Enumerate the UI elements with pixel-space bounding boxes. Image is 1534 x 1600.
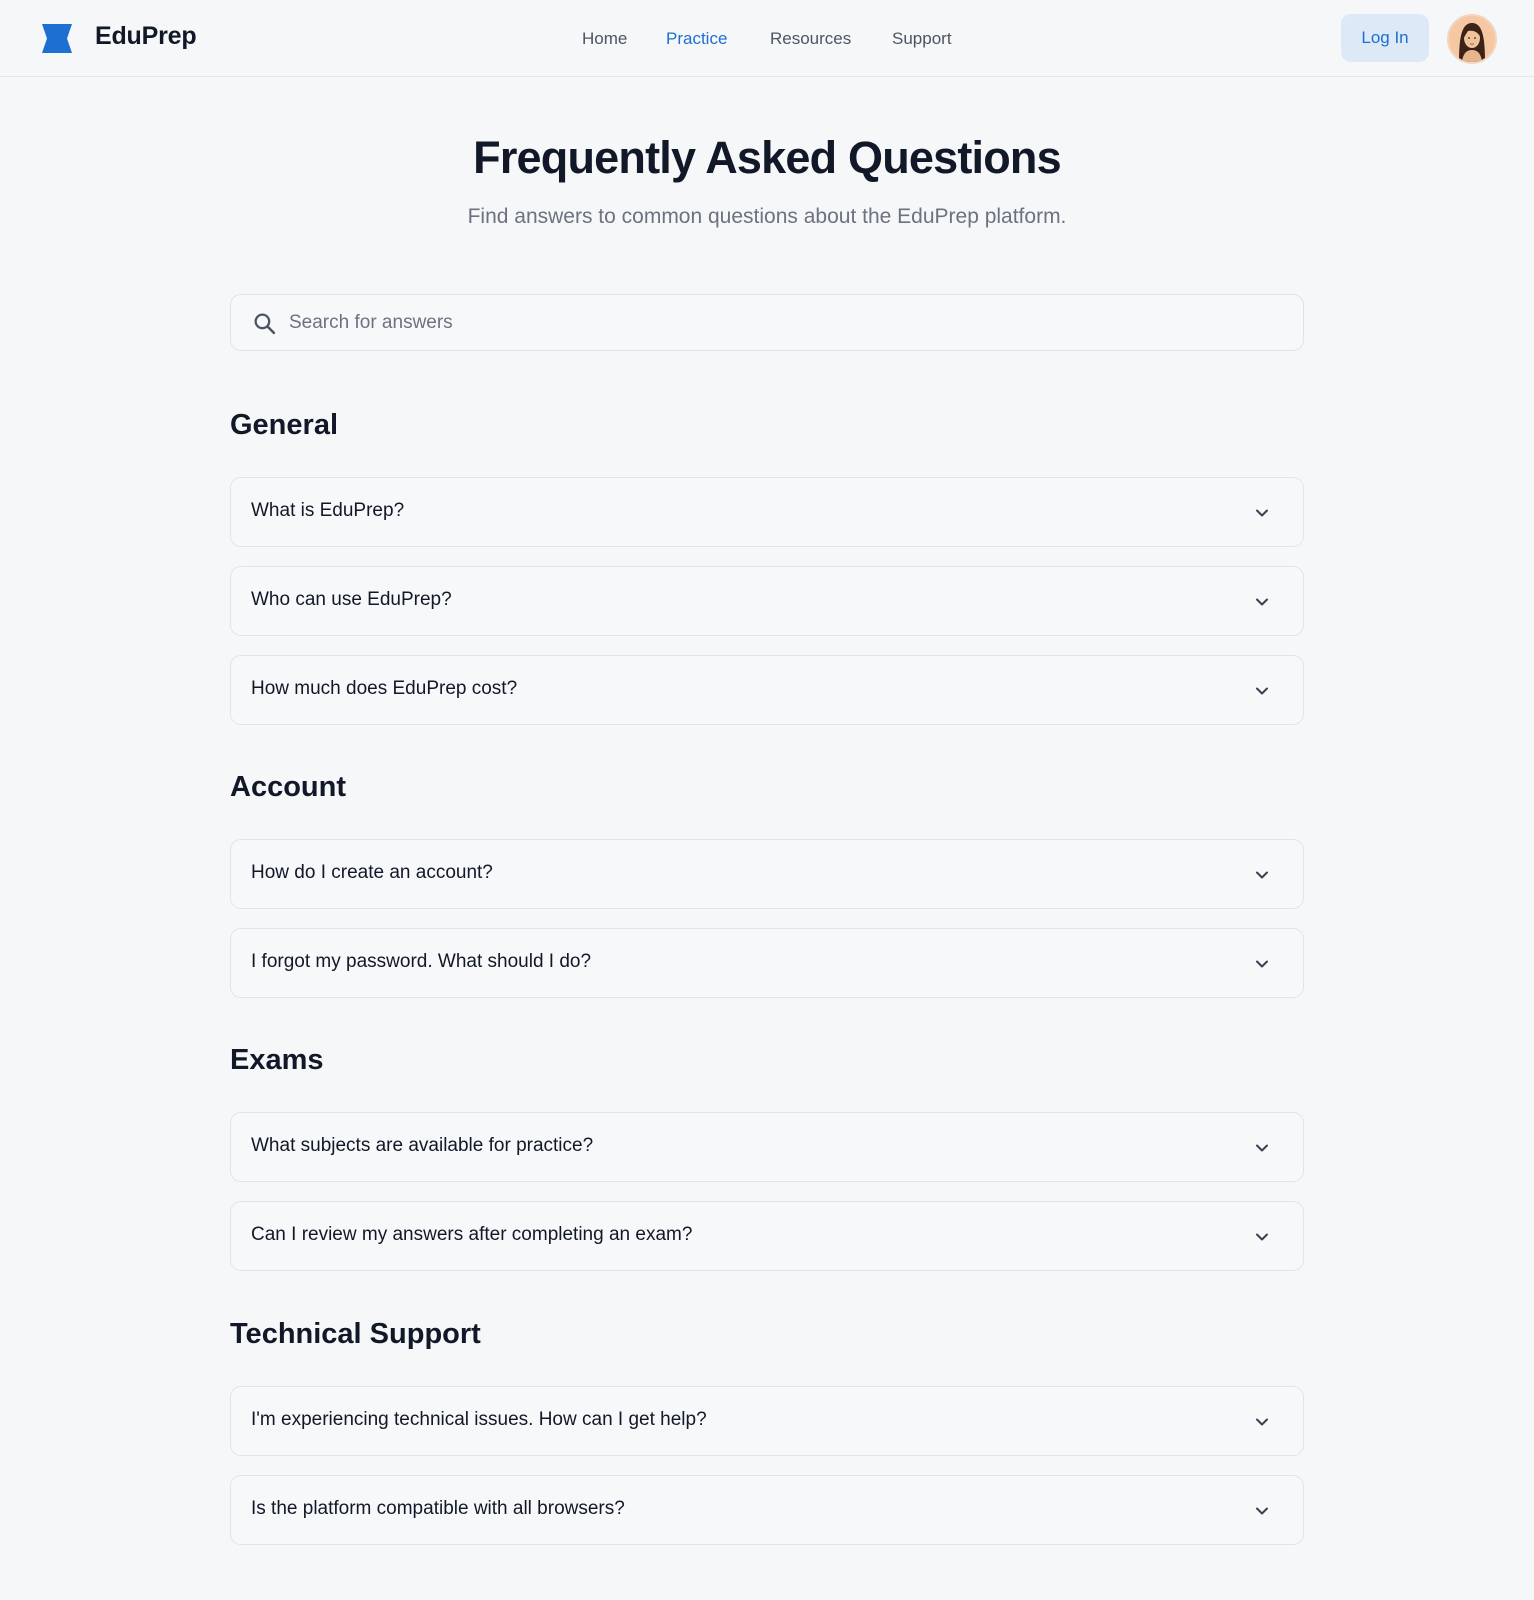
section-title-general: General (230, 409, 338, 441)
faq-question: I'm experiencing technical issues. How c… (251, 1409, 707, 1430)
faq-item[interactable]: What subjects are available for practice… (230, 1112, 1304, 1182)
chevron-down-icon (1256, 960, 1268, 968)
faq-item[interactable]: Who can use EduPrep? (230, 566, 1304, 636)
section-title-technical-support: Technical Support (230, 1318, 481, 1350)
chevron-down-icon (1256, 1233, 1268, 1241)
faq-item[interactable]: Can I review my answers after completing… (230, 1201, 1304, 1271)
chevron-down-icon (1256, 1418, 1268, 1426)
section-title-exams: Exams (230, 1044, 324, 1076)
faq-question: Who can use EduPrep? (251, 589, 452, 610)
page-title: Frequently Asked Questions (473, 132, 1061, 183)
faq-question: What subjects are available for practice… (251, 1135, 594, 1156)
avatar-portrait-icon (1449, 16, 1495, 62)
chevron-down-icon (1256, 509, 1268, 517)
chevron-down-icon (1256, 1507, 1268, 1515)
faq-item[interactable]: Is the platform compatible with all brow… (230, 1475, 1304, 1545)
search-box[interactable] (230, 294, 1304, 351)
chevron-down-icon (1256, 871, 1268, 879)
faq-question: How do I create an account? (251, 862, 493, 883)
nav-resources[interactable]: Resources (770, 26, 851, 52)
faq-question: Is the platform compatible with all brow… (251, 1498, 625, 1519)
search-icon (254, 313, 276, 335)
top-header: EduPrep Home Practice Resources Support … (0, 0, 1534, 77)
chevron-down-icon (1256, 1144, 1268, 1152)
section-title-account: Account (230, 771, 346, 803)
faq-item[interactable]: What is EduPrep? (230, 477, 1304, 547)
faq-question: What is EduPrep? (251, 500, 405, 521)
chevron-down-icon (1256, 687, 1268, 695)
user-avatar[interactable] (1447, 14, 1497, 64)
faq-item[interactable]: How do I create an account? (230, 839, 1304, 909)
faq-question: I forgot my password. What should I do? (251, 951, 592, 972)
nav-support[interactable]: Support (892, 26, 952, 52)
search-input[interactable] (289, 295, 1279, 350)
main-nav: Home Practice Resources Support (0, 26, 1534, 52)
faq-question: Can I review my answers after completing… (251, 1224, 693, 1245)
faq-question: How much does EduPrep cost? (251, 678, 518, 699)
faq-item[interactable]: I forgot my password. What should I do? (230, 928, 1304, 998)
chevron-down-icon (1256, 598, 1268, 606)
login-button[interactable]: Log In (1341, 14, 1429, 62)
nav-home[interactable]: Home (582, 26, 627, 52)
faq-item[interactable]: How much does EduPrep cost? (230, 655, 1304, 725)
page-subtitle: Find answers to common questions about t… (467, 205, 1067, 228)
nav-practice[interactable]: Practice (666, 26, 727, 52)
faq-item[interactable]: I'm experiencing technical issues. How c… (230, 1386, 1304, 1456)
